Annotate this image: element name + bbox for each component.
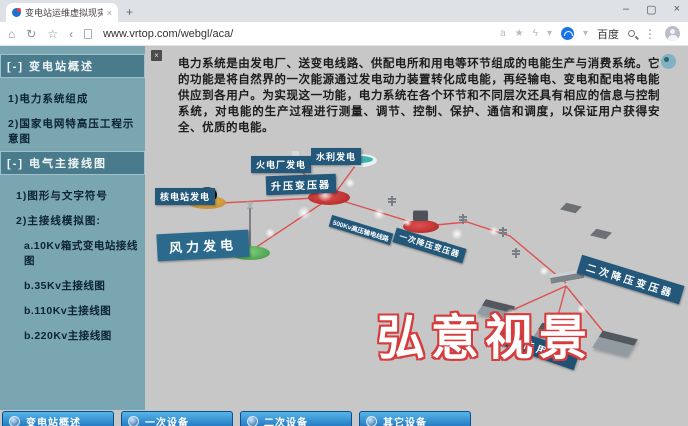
tab-label: 一次设备 — [145, 417, 189, 426]
label-hydro-generation[interactable]: 水利发电 — [311, 148, 362, 165]
sidebar-item-graphic-symbols[interactable]: 1)图形与文字符号 — [0, 183, 145, 208]
sparkle — [265, 228, 275, 238]
translate-icon[interactable]: a — [500, 28, 506, 39]
primary-stepdown-model — [413, 210, 428, 221]
window-maximize-button[interactable]: ▢ — [646, 3, 656, 16]
tab-icon — [247, 415, 258, 426]
favorites-icon[interactable]: ☆ — [47, 28, 58, 40]
sidebar-section-main-wiring-diagram[interactable]: [-] 电气主接线图 — [0, 151, 145, 175]
tab-label: 其它设备 — [383, 417, 427, 426]
transmission-pylon — [499, 227, 506, 237]
sparkle — [451, 228, 463, 240]
page-icon — [84, 28, 93, 39]
sparkle — [345, 178, 355, 188]
new-tab-button[interactable]: + — [126, 5, 133, 19]
label-secondary-stepdown[interactable]: 二次降压变压器 — [576, 254, 685, 305]
ground-panel — [590, 228, 612, 240]
window-close-button[interactable]: × — [674, 3, 680, 16]
window-minimize-button[interactable]: – — [623, 3, 629, 16]
label-thermal-generation[interactable]: 火电厂发电 — [251, 156, 312, 173]
scene-reset-icon[interactable] — [661, 54, 676, 69]
sidebar-item-110kv-diagram[interactable]: b.110Kv主接线图 — [0, 298, 145, 323]
transmission-pylon — [388, 196, 395, 206]
watermark: 弘意视景 — [377, 312, 594, 365]
sidebar-item-10kv-diagram[interactable]: a.10Kv箱式变电站接线图 — [0, 233, 145, 273]
tab-label: 二次设备 — [264, 417, 308, 426]
site-favicon-icon — [12, 8, 21, 17]
sparkle — [539, 266, 549, 276]
page-content: [-] 变电站概述 1)电力系统组成 2)国家电网特高压工程示意图 [-] 电气… — [0, 46, 688, 426]
sparkle — [489, 226, 499, 236]
browser-window: 变电站运维虚拟现实VR × + – ▢ × ⌂ ↻ ☆ ‹ www.vrtop.… — [0, 0, 688, 426]
search-icon[interactable] — [628, 30, 635, 37]
bottom-tab-bar: 变电站概述 一次设备 二次设备 其它设备 — [2, 411, 471, 426]
intro-paragraph: 电力系统是由发电厂、送变电线路、供配电所和用电等环节组成的电能生产与消费系统。它… — [178, 58, 660, 134]
profile-avatar[interactable] — [665, 26, 680, 41]
label-wind-generation[interactable]: 风力发电 — [156, 229, 250, 262]
tab-primary-equipment[interactable]: 一次设备 — [121, 411, 233, 426]
browser-logo-icon[interactable] — [560, 27, 574, 40]
menu-icon[interactable]: ⋮ — [644, 28, 656, 40]
sidebar-item-220kv-diagram[interactable]: b.220Kv主接线图 — [0, 323, 145, 348]
label-stepup-transformer[interactable]: 升压变压器 — [265, 173, 337, 196]
sidebar-item-power-system-composition[interactable]: 1)电力系统组成 — [0, 86, 145, 111]
tab-substation-overview[interactable]: 变电站概述 — [2, 411, 114, 426]
ground-panel — [560, 202, 582, 214]
sparkle — [403, 218, 412, 227]
label-hv-transmission-line[interactable]: 500Kv高压输电线路 — [328, 214, 394, 246]
address-bar[interactable]: www.vrtop.com/webgl/aca/ — [103, 28, 233, 40]
user-building — [592, 330, 638, 357]
bookmark-star-icon[interactable]: ★ — [515, 28, 524, 39]
browser-tab-strip: 变电站运维虚拟现实VR × + – ▢ × — [0, 0, 688, 22]
browser-toolbar: ⌂ ↻ ☆ ‹ www.vrtop.com/webgl/aca/ a ★ ϟ ▾… — [0, 22, 688, 46]
tab-secondary-equipment[interactable]: 二次设备 — [240, 411, 352, 426]
label-nuclear-generation[interactable]: 核电站发电 — [155, 188, 216, 205]
tab-icon — [366, 415, 377, 426]
sparkle — [373, 208, 385, 220]
chevron-down-icon[interactable]: ▾ — [583, 28, 588, 39]
close-text-panel-icon[interactable]: × — [151, 50, 162, 61]
tab-icon — [9, 415, 20, 426]
browser-tab-title: 变电站运维虚拟现实VR — [25, 8, 103, 18]
course-menu-sidebar: [-] 变电站概述 1)电力系统组成 2)国家电网特高压工程示意图 [-] 电气… — [0, 46, 145, 410]
tab-other-equipment[interactable]: 其它设备 — [359, 411, 471, 426]
refresh-icon[interactable]: ↻ — [26, 28, 36, 40]
browser-tab[interactable]: 变电站运维虚拟现实VR × — [6, 3, 118, 22]
transmission-pylon — [512, 248, 519, 258]
tab-icon — [128, 415, 139, 426]
flash-icon[interactable]: ϟ — [533, 28, 538, 39]
sidebar-section-substation-overview[interactable]: [-] 变电站概述 — [0, 54, 145, 78]
chevron-down-icon[interactable]: ▾ — [547, 28, 552, 39]
transmission-pylon — [459, 214, 466, 224]
tab-close-icon[interactable]: × — [107, 8, 112, 18]
sidebar-item-uhv-project-diagram[interactable]: 2)国家电网特高压工程示意图 — [0, 111, 145, 151]
home-icon[interactable]: ⌂ — [8, 28, 15, 40]
search-engine-label[interactable]: 百度 — [597, 26, 619, 42]
sidebar-item-wiring-simulation[interactable]: 2)主接线模拟图: — [0, 208, 145, 233]
scene-viewport[interactable]: × 电力系统是由发电厂、送变电线路、供配电所和用电等环节组成的电能生产与消费系统… — [145, 46, 688, 426]
sparkle — [297, 206, 311, 220]
tab-label: 变电站概述 — [26, 417, 81, 426]
sidebar-item-35kv-diagram[interactable]: b.35Kv主接线图 — [0, 273, 145, 298]
back-icon[interactable]: ‹ — [69, 28, 73, 40]
